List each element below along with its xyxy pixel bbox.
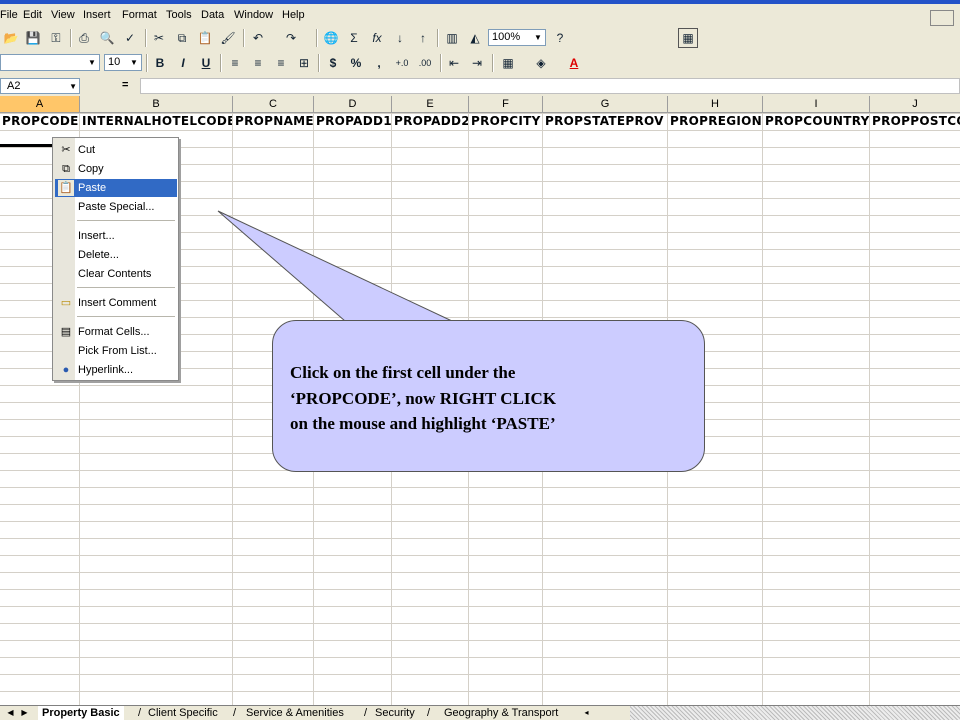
menu-item-paste[interactable]: 📋 Paste (55, 179, 177, 197)
callout-line: ‘PROPCODE’, now RIGHT CLICK (290, 388, 557, 408)
context-menu: ✂ Cut ⧉ Copy 📋 Paste Paste Special... In… (52, 137, 179, 381)
menu-item-pick-from-list[interactable]: Pick From List... (55, 342, 177, 360)
tab-divider: / (364, 707, 368, 719)
sheet-tab-geography-transport[interactable]: Geography & Transport (444, 706, 558, 720)
sheet-tab-client-specific[interactable]: Client Specific (148, 706, 218, 720)
sheet-tab-security[interactable]: Security (375, 706, 415, 720)
tab-scroll-prev-icon[interactable]: ◀ (4, 707, 17, 719)
sheet-tab-property-basic[interactable]: Property Basic (38, 706, 124, 720)
menu-item-insert[interactable]: Insert... (55, 227, 177, 245)
copy-icon: ⧉ (62, 163, 70, 175)
comment-icon: ▭ (60, 297, 72, 309)
menu-item-hyperlink[interactable]: ● Hyperlink... (55, 361, 177, 379)
tab-split-handle[interactable]: ◂ (580, 707, 593, 719)
tab-scroll-last-icon[interactable]: ▶ (18, 707, 31, 719)
format-cells-icon: ▤ (60, 326, 72, 338)
horizontal-scrollbar[interactable] (630, 706, 960, 720)
menu-item-copy[interactable]: ⧉ Copy (55, 160, 177, 178)
menu-separator (77, 316, 175, 317)
tab-divider: / (138, 707, 142, 719)
paste-icon: 📋 (58, 180, 74, 196)
menu-item-format-cells[interactable]: ▤ Format Cells... (55, 323, 177, 341)
menu-separator (77, 287, 175, 288)
tab-divider: / (427, 707, 431, 719)
globe-icon: ● (62, 364, 70, 376)
menu-item-delete[interactable]: Delete... (55, 246, 177, 264)
menu-item-cut[interactable]: ✂ Cut (55, 141, 177, 159)
menu-item-paste-special[interactable]: Paste Special... (55, 198, 177, 216)
callout-text: Click on the first cell under the ‘PROPC… (290, 360, 690, 437)
tab-divider: / (233, 707, 237, 719)
callout-line: on the mouse and highlight ‘PASTE’ (290, 414, 556, 433)
menu-item-insert-comment[interactable]: ▭ Insert Comment (55, 294, 177, 312)
scissors-icon: ✂ (61, 144, 71, 156)
menu-separator (77, 220, 175, 221)
sheet-tab-service-amenities[interactable]: Service & Amenities (246, 706, 344, 720)
menu-item-clear-contents[interactable]: Clear Contents (55, 265, 177, 283)
callout-line: Click on the first cell under the (290, 363, 516, 382)
